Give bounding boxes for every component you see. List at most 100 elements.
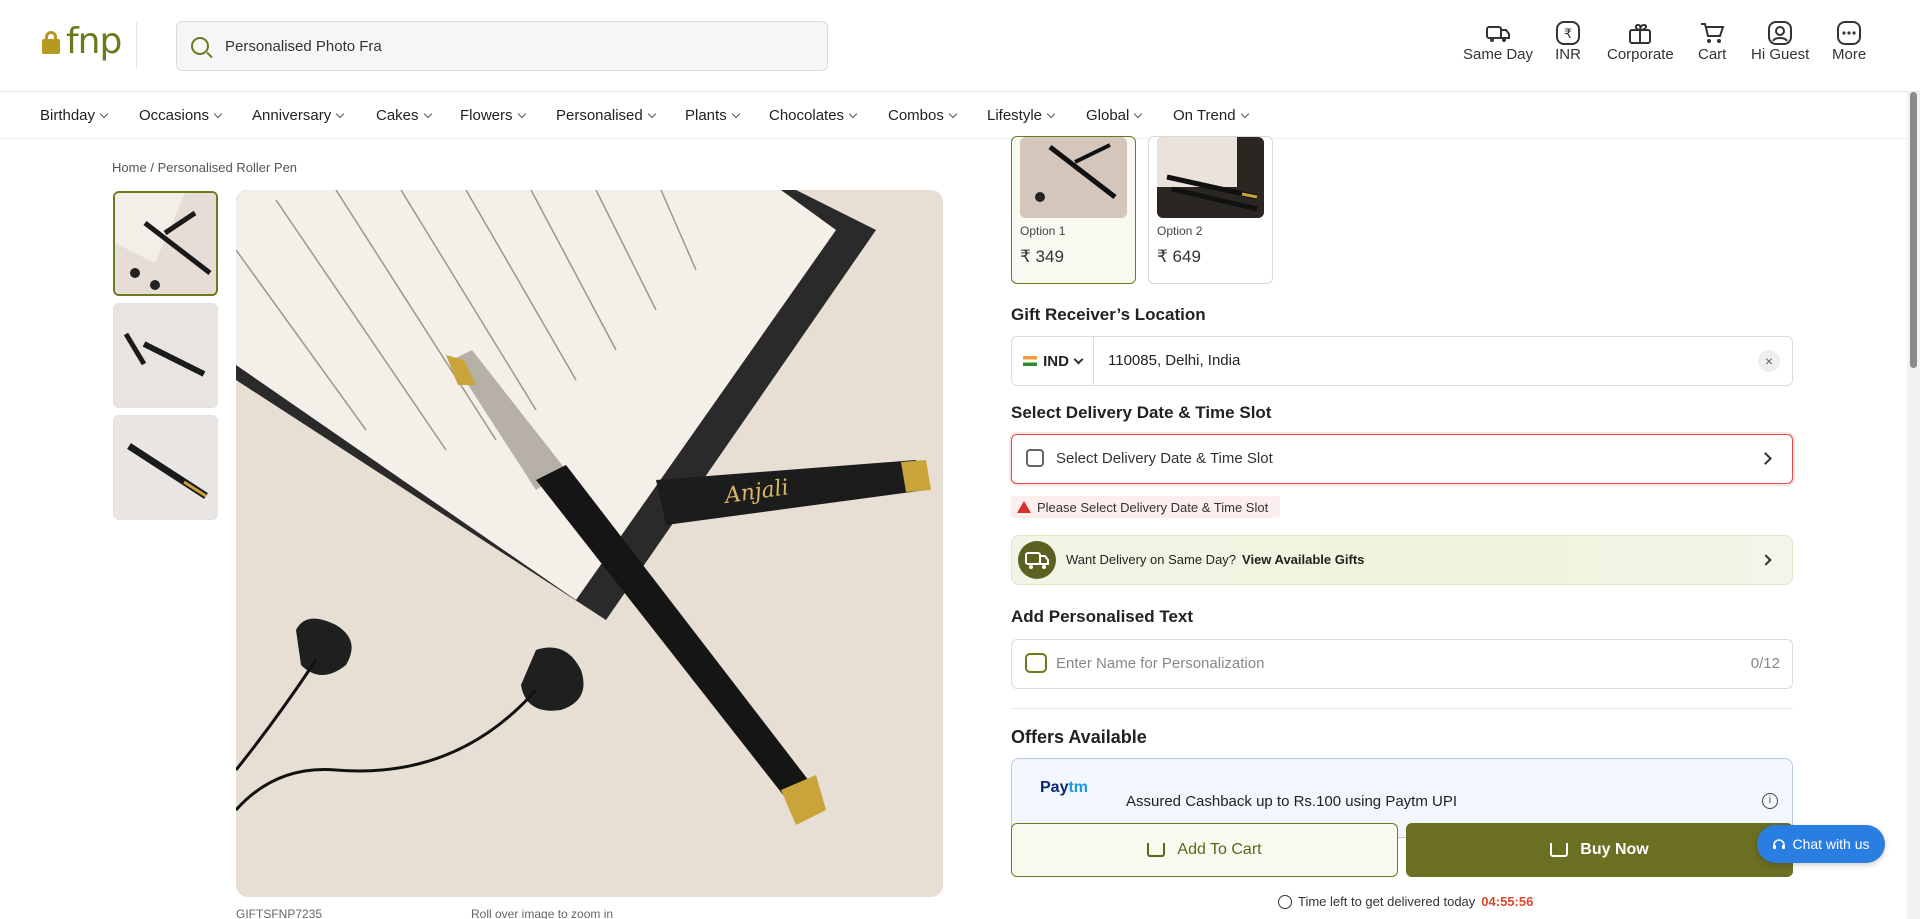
pen-notebook-photo: Anjali (236, 190, 943, 897)
personalisation-input[interactable]: Enter Name for Personalization 0/12 (1011, 639, 1793, 689)
header-divider (136, 22, 137, 68)
info-icon[interactable]: i (1762, 793, 1778, 809)
thumbnail-2[interactable] (113, 303, 218, 408)
nav-currency[interactable]: ₹ INR (1555, 20, 1581, 63)
location-title: Gift Receiver’s Location (1011, 305, 1206, 324)
site-header: fnp Personalised Photo Fra Same Day ₹ IN… (0, 0, 1920, 92)
category-on-trend[interactable]: On Trend (1173, 107, 1249, 124)
category-birthday[interactable]: Birthday (40, 107, 109, 124)
thumbnail-1[interactable] (113, 191, 218, 296)
category-chocolates[interactable]: Chocolates (769, 107, 858, 124)
chevron-down-icon (1240, 109, 1249, 119)
svg-text:₹: ₹ (1564, 27, 1572, 42)
warning-icon (1017, 501, 1031, 513)
option-2-photo (1157, 137, 1264, 218)
category-label: Birthday (40, 107, 96, 124)
buy-now-button[interactable]: Buy Now (1406, 823, 1793, 877)
category-occasions[interactable]: Occasions (139, 107, 223, 124)
nav-label: Hi Guest (1751, 46, 1810, 63)
view-available-gifts-link[interactable]: View Available Gifts (1242, 552, 1364, 567)
more-icon (1837, 21, 1862, 45)
offer-text: Assured Cashback up to Rs.100 using Payt… (1126, 793, 1457, 810)
add-to-cart-button[interactable]: Add To Cart (1011, 823, 1398, 877)
chevron-down-icon (948, 109, 958, 119)
delivery-error: Please Select Delivery Date & Time Slot (1011, 496, 1281, 518)
category-label: Plants (685, 107, 727, 124)
chevron-down-icon (647, 109, 656, 119)
location-field[interactable]: IND 110085, Delhi, India × (1011, 336, 1793, 386)
category-label: Lifestyle (987, 107, 1043, 124)
chevron-right-icon (1759, 452, 1772, 465)
delivery-timer: Time left to get delivered today 04:55:5… (1278, 894, 1533, 909)
option-label: Option 1 (1020, 224, 1066, 238)
calendar-icon (1026, 449, 1044, 467)
thumbnail-3[interactable] (113, 415, 218, 520)
zoom-hint: Roll over image to zoom in (471, 907, 614, 919)
pen-notebook-thumb-image (115, 193, 216, 294)
truck-icon (1486, 26, 1511, 42)
clock-icon (1278, 894, 1292, 909)
chevron-down-icon (423, 109, 432, 119)
category-anniversary[interactable]: Anniversary (252, 107, 345, 124)
fnp-logo[interactable]: fnp (40, 24, 122, 60)
breadcrumb-home[interactable]: Home (112, 160, 147, 175)
personalisation-placeholder: Enter Name for Personalization (1056, 655, 1265, 672)
search-icon (191, 37, 209, 55)
category-plants[interactable]: Plants (685, 107, 740, 124)
same-day-banner[interactable]: Want Delivery on Same Day? View Available… (1011, 535, 1793, 585)
category-lifestyle[interactable]: Lifestyle (987, 107, 1056, 124)
option-price: ₹ 649 (1157, 247, 1201, 266)
nav-more[interactable]: More (1832, 20, 1866, 63)
category-label: Occasions (139, 107, 210, 124)
same-day-text: Want Delivery on Same Day? View Available… (1066, 552, 1364, 567)
country-select[interactable]: IND (1012, 337, 1094, 385)
nav-label: INR (1555, 46, 1581, 63)
section-divider (1011, 708, 1793, 709)
chevron-down-icon (848, 109, 858, 119)
gift-icon (1629, 23, 1652, 44)
product-sku: GIFTSFNP7235 (236, 907, 323, 919)
nav-corporate[interactable]: Corporate (1607, 20, 1674, 63)
breadcrumb-separator: / (150, 160, 154, 175)
message-icon (1025, 653, 1047, 673)
scrollbar-thumb[interactable] (1910, 92, 1917, 368)
option-label: Option 2 (1157, 224, 1203, 238)
option-1-image (1020, 137, 1127, 218)
timer-label: Time left to get delivered today (1298, 894, 1476, 909)
chevron-down-icon (335, 109, 345, 119)
breadcrumb: Home / Personalised Roller Pen (112, 160, 297, 175)
chevron-down-icon (99, 109, 109, 119)
pen-closed-thumb-image (114, 416, 217, 519)
same-day-question: Want Delivery on Same Day? (1066, 552, 1237, 567)
category-flowers[interactable]: Flowers (460, 107, 526, 124)
location-value[interactable]: 110085, Delhi, India (1108, 352, 1240, 369)
search-input[interactable]: Personalised Photo Fra (176, 21, 828, 71)
chevron-down-icon (213, 109, 223, 119)
clear-icon[interactable]: × (1758, 350, 1780, 372)
gift-logo-icon (40, 30, 62, 54)
cart-icon (1701, 23, 1725, 43)
option-1-photo (1020, 137, 1127, 218)
category-label: Flowers (460, 107, 513, 124)
offers-title: Offers Available (1011, 727, 1147, 747)
product-main-image[interactable]: Anjali (236, 190, 943, 897)
timer-value: 04:55:56 (1481, 894, 1534, 909)
headset-icon (1773, 839, 1786, 849)
option-2-card[interactable]: Option 2 ₹ 649 (1148, 136, 1273, 284)
category-global[interactable]: Global (1086, 107, 1143, 124)
nav-same-day[interactable]: Same Day (1463, 20, 1533, 63)
page-scrollbar[interactable] (1907, 92, 1920, 919)
category-personalised[interactable]: Personalised (556, 107, 656, 124)
chevron-right-icon (1760, 554, 1772, 566)
buy-now-label: Buy Now (1580, 841, 1649, 858)
delivery-slot-field[interactable]: Select Delivery Date & Time Slot (1011, 434, 1793, 484)
nav-label: Same Day (1463, 46, 1534, 63)
pen-open-thumb-image (114, 304, 217, 407)
option-1-card[interactable]: Option 1 ₹ 349 (1011, 136, 1136, 284)
category-combos[interactable]: Combos (888, 107, 958, 124)
chevron-down-icon (1073, 354, 1084, 364)
category-cakes[interactable]: Cakes (376, 107, 432, 124)
chat-with-us-button[interactable]: Chat with us (1757, 825, 1885, 863)
nav-account[interactable]: Hi Guest (1751, 20, 1809, 63)
nav-cart[interactable]: Cart (1698, 20, 1726, 63)
